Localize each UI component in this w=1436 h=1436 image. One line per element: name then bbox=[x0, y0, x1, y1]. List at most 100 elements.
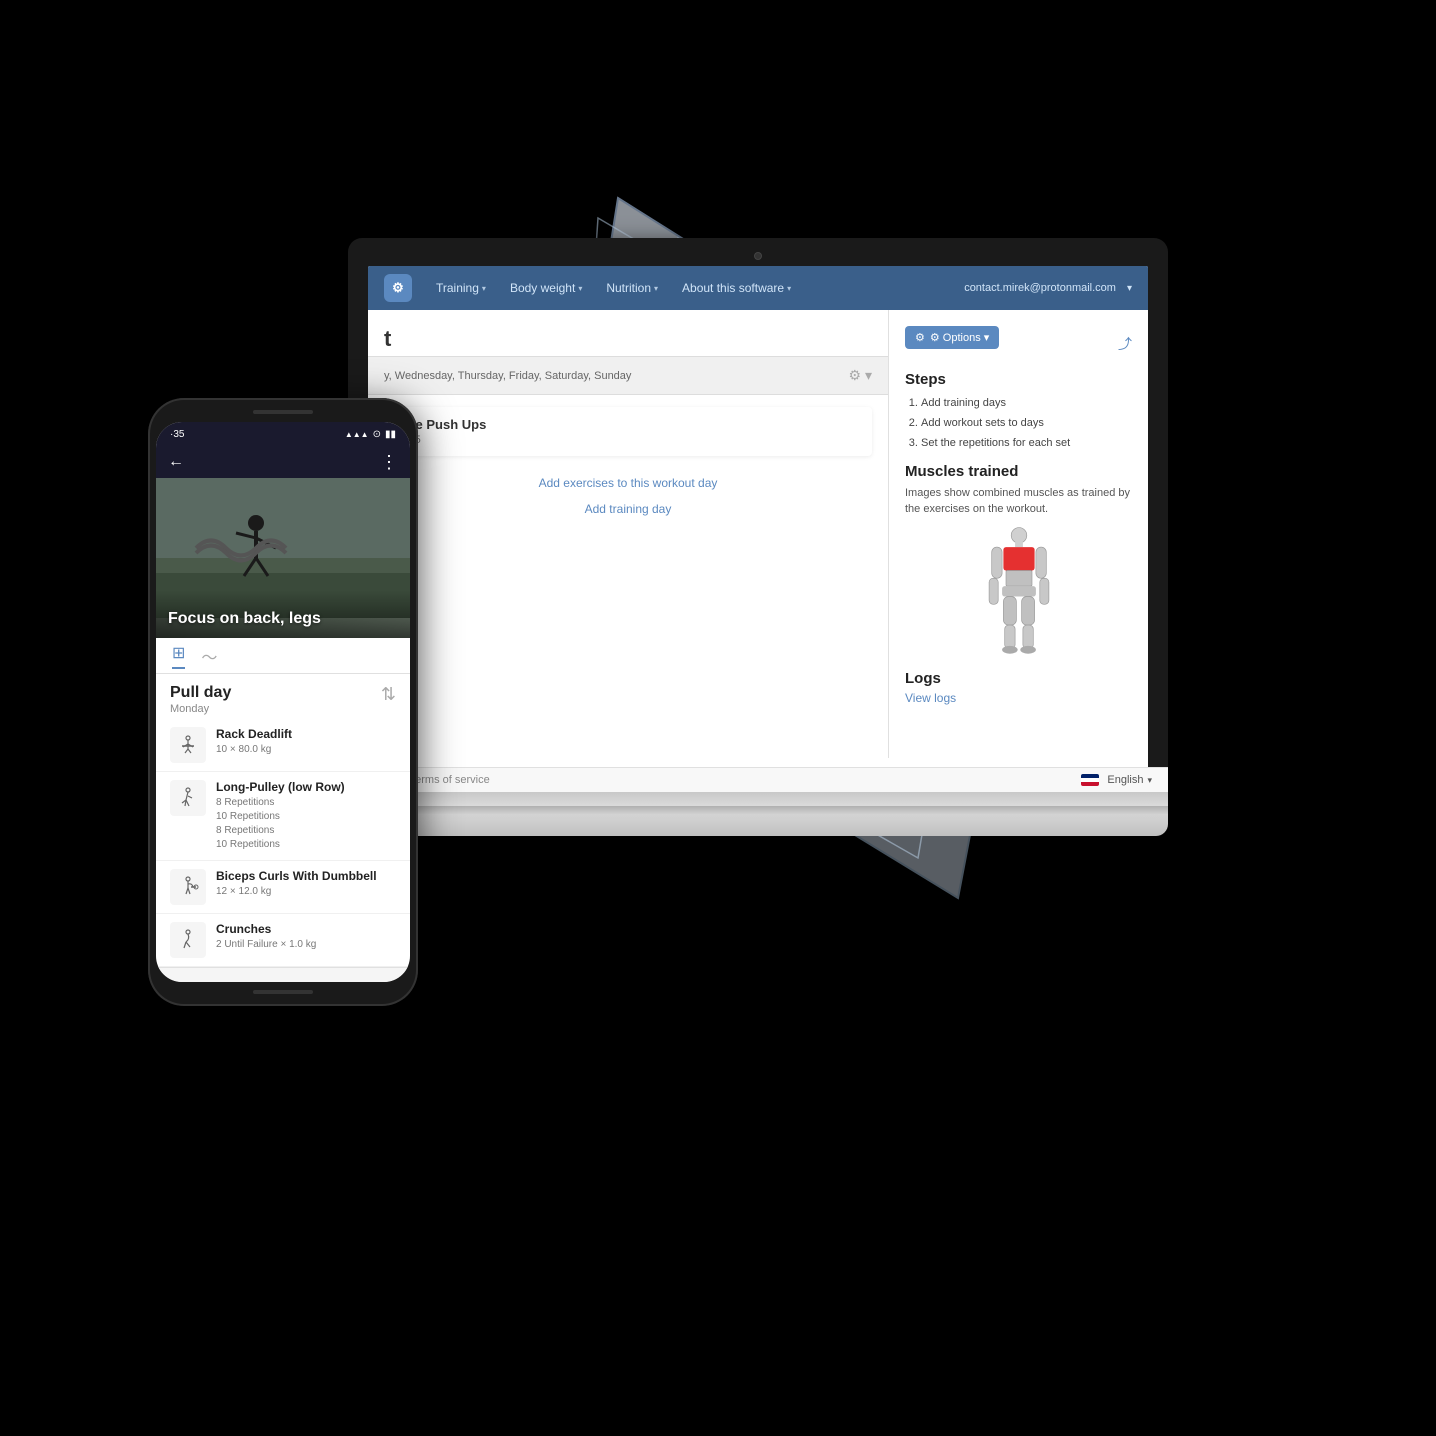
exercise-detail-3: 12 × 12.0 kg bbox=[216, 885, 396, 899]
nav-training[interactable]: Training ▾ bbox=[428, 277, 494, 299]
exercise-name-3: Biceps Curls With Dumbbell bbox=[216, 869, 396, 883]
phone-tab-table[interactable]: ⊞ bbox=[172, 643, 185, 669]
phone-app-bar: ← ⋮ bbox=[156, 446, 410, 478]
nav-email-caret: ▾ bbox=[1127, 283, 1132, 294]
body-figure-svg bbox=[969, 525, 1069, 655]
laptop-screen: ⚙ Training ▾ Body weight ▾ Nutrition ▾ bbox=[368, 266, 1148, 786]
phone-back-button[interactable]: ← bbox=[168, 453, 184, 471]
app-footer: Imprint Terms of service English ▾ bbox=[368, 767, 1148, 786]
share-icon[interactable]: ⤴ bbox=[1118, 334, 1132, 354]
phone-device: ·35 ▲▲▲ ⊙ ▮▮ ← ⋮ bbox=[148, 398, 418, 1006]
exercise-icon-1 bbox=[170, 727, 206, 763]
exercise-detail-1: 10 × 80.0 kg bbox=[216, 743, 396, 757]
phone-workout-name: Pull day bbox=[170, 684, 231, 702]
muscles-description: Images show combined muscles as trained … bbox=[905, 486, 1132, 517]
app-logo: ⚙ bbox=[384, 274, 412, 302]
nav-nutrition-caret: ▾ bbox=[654, 284, 658, 293]
deadlift-icon bbox=[176, 733, 200, 757]
main-content: t y, Wednesday, Thursday, Friday, Saturd… bbox=[368, 310, 888, 758]
phone-workout-header: Pull day Monday ⇅ bbox=[156, 674, 410, 719]
phone-sort-icon[interactable]: ⇅ bbox=[381, 684, 396, 705]
phone-battery-icon: ▮▮ bbox=[385, 429, 396, 440]
exercise-info-2: Long-Pulley (low Row) 8 Repetitions 10 R… bbox=[216, 780, 396, 852]
exercise-name-2: Long-Pulley (low Row) bbox=[216, 780, 396, 794]
step-2: Add workout sets to days bbox=[921, 414, 1132, 434]
nav-bodyweight-caret: ▾ bbox=[578, 284, 582, 293]
language-label: English bbox=[1107, 774, 1143, 786]
laptop-base bbox=[348, 814, 1168, 836]
list-item: Crunches 2 Until Failure × 1.0 kg bbox=[156, 914, 410, 967]
bicep-icon bbox=[176, 875, 200, 899]
phone-wrapper: ·35 ▲▲▲ ⊙ ▮▮ ← ⋮ bbox=[148, 398, 418, 1006]
nav-email[interactable]: contact.mirek@protonmail.com bbox=[964, 282, 1116, 294]
laptop-bottom bbox=[348, 792, 1168, 810]
laptop-bezel: ⚙ Training ▾ Body weight ▾ Nutrition ▾ bbox=[348, 238, 1168, 792]
laptop: ⚙ Training ▾ Body weight ▾ Nutrition ▾ bbox=[348, 238, 1168, 836]
phone-wifi-icon: ⊙ bbox=[373, 429, 381, 440]
phone-workout-info: Pull day Monday bbox=[170, 684, 231, 715]
add-exercise-link[interactable]: Add exercises to this workout day bbox=[368, 468, 888, 498]
scene: ⚙ Training ▾ Body weight ▾ Nutrition ▾ bbox=[118, 118, 1318, 1318]
phone-exercise-list: Rack Deadlift 10 × 80.0 kg bbox=[156, 719, 410, 967]
exercise-detail-2: 8 Repetitions 10 Repetitions 8 Repetitio… bbox=[216, 796, 396, 852]
phone-tabs: ⊞ 〜 bbox=[156, 638, 410, 674]
app-body: t y, Wednesday, Thursday, Friday, Saturd… bbox=[368, 310, 1148, 758]
phone-home-nav[interactable]: ● bbox=[271, 976, 295, 982]
view-logs-link[interactable]: View logs bbox=[905, 691, 1132, 705]
phone-signal-icon: ▲▲▲ bbox=[345, 430, 369, 439]
flag-icon bbox=[1081, 774, 1099, 786]
nav-about[interactable]: About this software ▾ bbox=[674, 277, 799, 299]
list-item: Biceps Curls With Dumbbell 12 × 12.0 kg bbox=[156, 861, 410, 914]
logs-title: Logs bbox=[905, 670, 1132, 687]
muscles-title: Muscles trained bbox=[905, 463, 1132, 480]
options-button[interactable]: ⚙ ⚙ Options ▾ bbox=[905, 326, 999, 349]
phone-more-button[interactable]: ⋮ bbox=[380, 452, 398, 473]
workout-days: y, Wednesday, Thursday, Friday, Saturday… bbox=[384, 370, 631, 382]
exercise-name-1: Rack Deadlift bbox=[216, 727, 396, 741]
options-gear-icon: ⚙ bbox=[915, 331, 925, 344]
exercise-name-4: Crunches bbox=[216, 922, 396, 936]
laptop-device: ⚙ Training ▾ Body weight ▾ Nutrition ▾ bbox=[348, 238, 1168, 836]
exercise-block: Pike Push Ups 3 × 5 bbox=[384, 407, 872, 456]
exercise-icon-3 bbox=[170, 869, 206, 905]
phone-back-nav[interactable]: ◀ bbox=[200, 976, 224, 982]
workout-settings-icon[interactable]: ⚙ ▾ bbox=[849, 367, 872, 384]
exercise-detail-4: 2 Until Failure × 1.0 kg bbox=[216, 938, 396, 952]
exercise-name: Pike Push Ups bbox=[396, 417, 860, 432]
app-sidebar: ⚙ ⚙ Options ▾ ⤴ Steps Add training days … bbox=[888, 310, 1148, 758]
phone-workout-day: Monday bbox=[170, 703, 231, 715]
footer-terms[interactable]: Terms of service bbox=[410, 774, 490, 786]
list-item: Rack Deadlift 10 × 80.0 kg bbox=[156, 719, 410, 772]
phone-hero-title: Focus on back, legs bbox=[168, 610, 398, 628]
phone-speaker-bottom bbox=[253, 990, 313, 994]
phone-recent-nav[interactable]: ■ bbox=[342, 976, 366, 982]
workout-title: t bbox=[368, 310, 888, 356]
exercise-sets: 3 × 5 bbox=[396, 434, 860, 446]
phone-hero-overlay: Focus on back, legs bbox=[156, 590, 410, 638]
phone-speaker bbox=[253, 410, 313, 414]
row-icon bbox=[176, 786, 200, 810]
phone-tab-chart[interactable]: 〜 bbox=[201, 644, 217, 668]
nav-nutrition[interactable]: Nutrition ▾ bbox=[598, 277, 666, 299]
phone-status-icons: ▲▲▲ ⊙ ▮▮ bbox=[345, 429, 396, 440]
laptop-camera bbox=[754, 252, 762, 260]
phone-hero-image: Focus on back, legs bbox=[156, 478, 410, 638]
nav-about-caret: ▾ bbox=[787, 284, 791, 293]
exercise-icon-4 bbox=[170, 922, 206, 958]
exercise-info-1: Rack Deadlift 10 × 80.0 kg bbox=[216, 727, 396, 757]
phone-status-bar: ·35 ▲▲▲ ⊙ ▮▮ bbox=[156, 422, 410, 446]
nav-bodyweight[interactable]: Body weight ▾ bbox=[502, 277, 590, 299]
add-training-link[interactable]: Add training day bbox=[368, 498, 888, 526]
steps-list: Add training days Add workout sets to da… bbox=[905, 394, 1132, 453]
exercise-info-3: Biceps Curls With Dumbbell 12 × 12.0 kg bbox=[216, 869, 396, 899]
exercise-icon-2 bbox=[170, 780, 206, 816]
step-3: Set the repetitions for each set bbox=[921, 434, 1132, 454]
phone-nav-bar: ◀ ● ■ bbox=[156, 967, 410, 982]
phone-screen: ·35 ▲▲▲ ⊙ ▮▮ ← ⋮ bbox=[156, 422, 410, 982]
workout-days-row: y, Wednesday, Thursday, Friday, Saturday… bbox=[368, 356, 888, 395]
laptop-hinge bbox=[348, 806, 1168, 814]
crunch-icon bbox=[176, 928, 200, 952]
footer-language[interactable]: English ▾ bbox=[1081, 774, 1148, 786]
step-1: Add training days bbox=[921, 394, 1132, 414]
list-item: Long-Pulley (low Row) 8 Repetitions 10 R… bbox=[156, 772, 410, 861]
